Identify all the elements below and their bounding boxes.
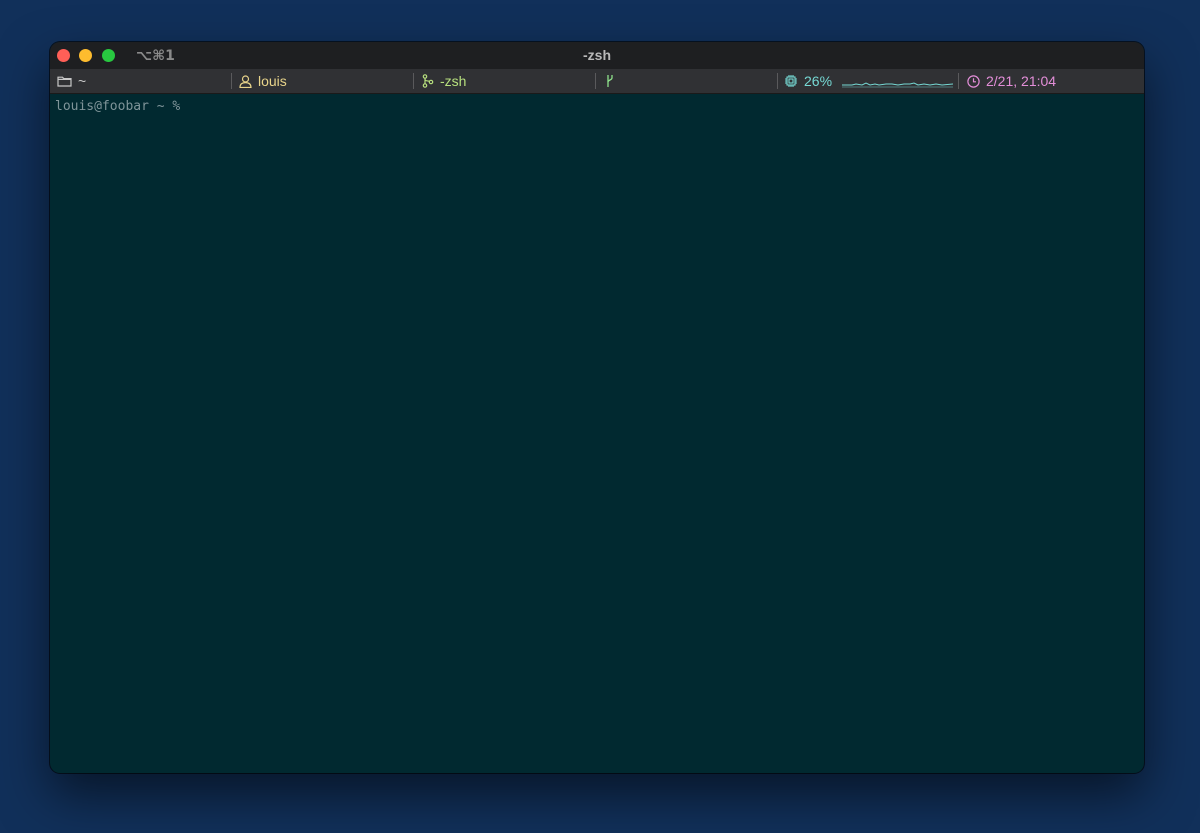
status-separator	[231, 73, 232, 89]
status-separator	[413, 73, 414, 89]
shell-prompt: louis@foobar ~ %	[55, 99, 181, 114]
clock-icon	[967, 74, 980, 88]
terminal-content[interactable]: louis@foobar ~ %	[50, 94, 1144, 773]
status-separator	[595, 73, 596, 89]
cpu-value: 26%	[804, 73, 833, 89]
user-icon	[239, 74, 252, 88]
status-cpu[interactable]: 26%	[784, 69, 954, 93]
branch-fork-icon	[605, 74, 615, 88]
directory-value: ~	[78, 73, 87, 89]
status-job[interactable]: -zsh	[422, 69, 466, 93]
cpu-sparkline-graph	[842, 74, 954, 88]
cpu-chip-icon	[784, 74, 798, 88]
status-user[interactable]: louis	[239, 69, 287, 93]
status-bar: ~ louis -zsh 26% 2/21, 21:04	[50, 69, 1144, 94]
git-branch-icon	[422, 74, 434, 88]
title-bar[interactable]: ⌥⌘1 -zsh	[50, 42, 1144, 69]
status-separator	[777, 73, 778, 89]
terminal-window: ⌥⌘1 -zsh ~ louis -zsh 26% 2/21, 21:04 lo…	[50, 42, 1144, 773]
job-value: -zsh	[440, 73, 467, 89]
window-title: -zsh	[583, 47, 611, 63]
status-separator	[958, 73, 959, 89]
folder-icon	[57, 75, 72, 87]
status-clock[interactable]: 2/21, 21:04	[967, 69, 1056, 93]
status-branch[interactable]	[605, 69, 621, 93]
user-value: louis	[258, 73, 287, 89]
clock-value: 2/21, 21:04	[986, 73, 1057, 89]
status-directory[interactable]: ~	[57, 69, 86, 93]
